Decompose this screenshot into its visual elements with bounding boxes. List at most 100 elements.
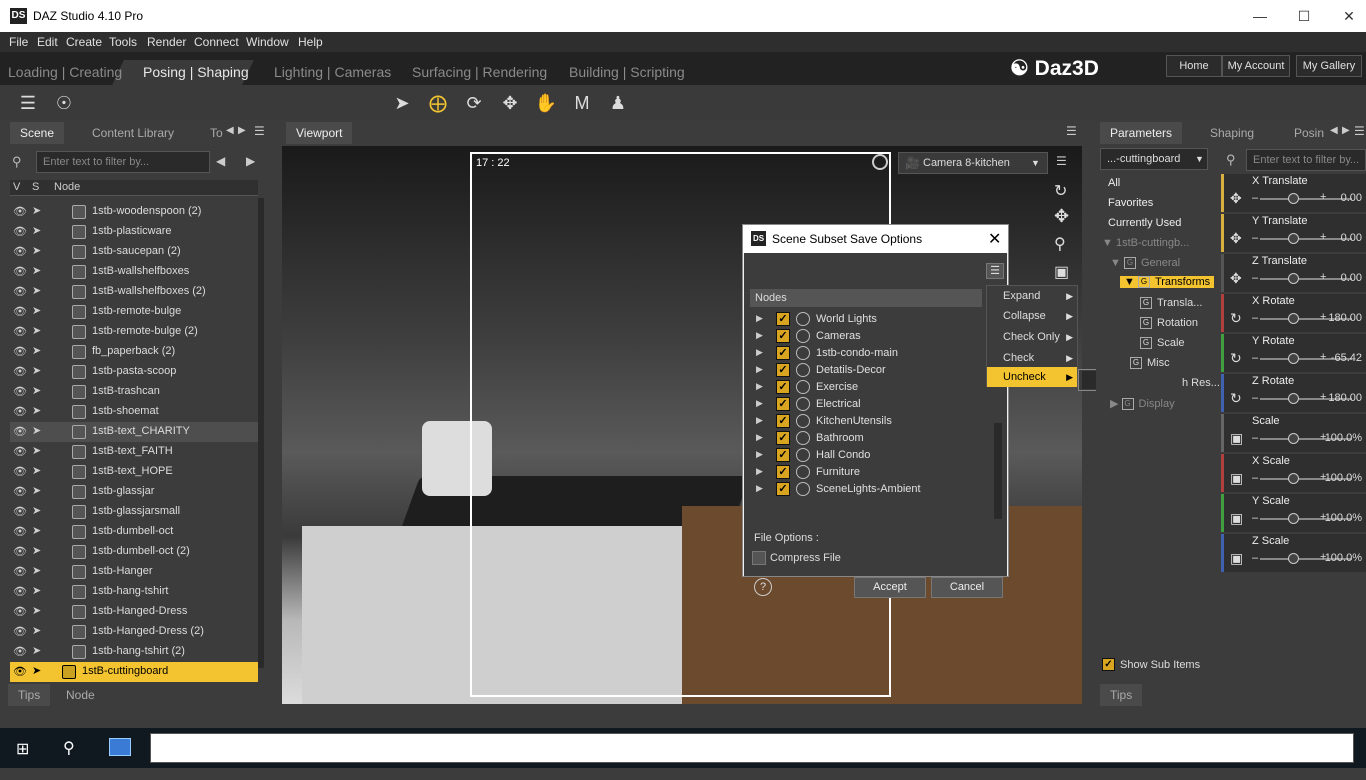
- maximize-icon[interactable]: ☐: [1294, 6, 1314, 26]
- expand-arrow-icon[interactable]: ▶: [756, 364, 763, 375]
- tree-misc[interactable]: G Misc: [1130, 357, 1170, 370]
- room-surfacing[interactable]: Surfacing | Rendering: [412, 64, 547, 80]
- tree-transforms[interactable]: ▼ G Transforms: [1120, 276, 1215, 289]
- col-node[interactable]: Node: [54, 181, 80, 193]
- arrow-left-icon[interactable]: ◀: [216, 154, 225, 168]
- translate-tool-icon[interactable]: ✥: [498, 91, 522, 115]
- select-arrow-icon[interactable]: ➤: [32, 504, 41, 517]
- eye-icon[interactable]: 👁: [13, 285, 27, 298]
- select-arrow-icon[interactable]: ➤: [32, 244, 41, 257]
- tree-rotation[interactable]: G Rotation: [1140, 317, 1198, 330]
- app-taskbar-icon[interactable]: [109, 738, 131, 756]
- scene-filter-input[interactable]: Enter text to filter by...: [36, 151, 210, 173]
- param-value[interactable]: 180.00: [1328, 312, 1362, 324]
- param-value[interactable]: 100.0%: [1325, 432, 1362, 444]
- decrement-icon[interactable]: –: [1252, 312, 1258, 324]
- decrement-icon[interactable]: –: [1252, 512, 1258, 524]
- eye-icon[interactable]: 👁: [13, 505, 27, 518]
- increment-icon[interactable]: +: [1320, 191, 1326, 203]
- tab-shaping[interactable]: Shaping: [1200, 122, 1264, 144]
- scene-node-row[interactable]: 👁 ➤ 1stB-text_HOPE: [10, 462, 258, 482]
- param-slider[interactable]: X Scale ▣ – + 100.0%: [1221, 454, 1366, 492]
- tab-parameters[interactable]: Parameters: [1100, 122, 1183, 144]
- param-slider[interactable]: X Translate ✥ – + 0.00: [1221, 174, 1366, 212]
- record-icon[interactable]: [872, 154, 888, 170]
- decrement-icon[interactable]: –: [1252, 192, 1258, 204]
- slider-knob[interactable]: [1288, 273, 1299, 284]
- eye-icon[interactable]: 👁: [13, 625, 27, 638]
- eye-icon[interactable]: 👁: [13, 425, 27, 438]
- select-arrow-icon[interactable]: ➤: [32, 224, 41, 237]
- dialog-node-row[interactable]: ▶ ✓ Electrical: [750, 396, 990, 413]
- tree-general[interactable]: ▼ G General: [1110, 257, 1180, 270]
- increment-icon[interactable]: +: [1320, 391, 1326, 403]
- eye-icon[interactable]: 👁: [13, 385, 27, 398]
- scene-node-row[interactable]: 👁 ➤ 1stb-hang-tshirt (2): [10, 642, 258, 662]
- scene-node-row-selected[interactable]: 👁 ➤ 1stB-cuttingboard: [10, 662, 258, 682]
- eye-icon[interactable]: 👁: [13, 485, 27, 498]
- param-slider[interactable]: Y Scale ▣ – + 100.0%: [1221, 494, 1366, 532]
- category-currently-used[interactable]: Currently Used: [1100, 213, 1212, 233]
- menu-item-collapse[interactable]: Collapse ▶: [987, 306, 1077, 326]
- decrement-icon[interactable]: –: [1252, 352, 1258, 364]
- node-checkbox[interactable]: ✓: [776, 397, 790, 411]
- nodes-options-icon[interactable]: ☰: [986, 263, 1004, 279]
- windows-start-icon[interactable]: ⊞: [16, 739, 29, 759]
- scene-node-row[interactable]: 👁 ➤ 1stb-pasta-scoop: [10, 362, 258, 382]
- menu-lines-icon[interactable]: ☰: [16, 91, 40, 115]
- select-arrow-icon[interactable]: ➤: [32, 424, 41, 437]
- expand-arrow-icon[interactable]: ▶: [756, 330, 763, 341]
- select-arrow-icon[interactable]: ➤: [32, 464, 41, 477]
- scene-node-row[interactable]: 👁 ➤ 1stb-woodenspoon (2): [10, 202, 258, 222]
- dialog-node-row[interactable]: ▶ ✓ Exercise: [750, 379, 990, 396]
- select-arrow-icon[interactable]: ➤: [32, 304, 41, 317]
- expand-arrow-icon[interactable]: ▶: [756, 398, 763, 409]
- scene-node-row[interactable]: 👁 ➤ 1stb-glassjar: [10, 482, 258, 502]
- my-account-button[interactable]: My Account: [1222, 55, 1290, 77]
- slider-track[interactable]: [1260, 238, 1352, 240]
- slider-knob[interactable]: [1288, 393, 1299, 404]
- eye-icon[interactable]: 👁: [13, 245, 27, 258]
- tab-scene[interactable]: Scene: [10, 122, 65, 144]
- decrement-icon[interactable]: –: [1252, 472, 1258, 484]
- tab-node[interactable]: Node: [56, 684, 105, 706]
- eye-icon[interactable]: 👁: [13, 665, 27, 678]
- scene-node-row[interactable]: 👁 ➤ 1stb-Hanged-Dress (2): [10, 622, 258, 642]
- scene-node-row[interactable]: 👁 ➤ 1stb-remote-bulge (2): [10, 322, 258, 342]
- scene-node-row[interactable]: 👁 ➤ 1stb-shoemat: [10, 402, 258, 422]
- select-arrow-icon[interactable]: ➤: [32, 384, 41, 397]
- daz-connect-icon[interactable]: ☉: [52, 91, 76, 115]
- category-all[interactable]: All: [1100, 173, 1212, 193]
- menu-edit[interactable]: Edit: [37, 35, 58, 49]
- param-value[interactable]: 100.0%: [1325, 472, 1362, 484]
- scene-node-row[interactable]: 👁 ➤ fb_paperback (2): [10, 342, 258, 362]
- decrement-icon[interactable]: –: [1252, 392, 1258, 404]
- eye-icon[interactable]: 👁: [13, 345, 27, 358]
- tree-translate[interactable]: G Transla...: [1140, 297, 1202, 310]
- scene-node-row[interactable]: 👁 ➤ 1stB-wallshelfboxes: [10, 262, 258, 282]
- compress-checkbox[interactable]: [752, 551, 766, 565]
- panel-menu-icon[interactable]: ☰: [1354, 124, 1365, 138]
- eye-icon[interactable]: 👁: [13, 465, 27, 478]
- eye-icon[interactable]: 👁: [13, 305, 27, 318]
- increment-icon[interactable]: +: [1320, 271, 1326, 283]
- select-arrow-icon[interactable]: ➤: [32, 584, 41, 597]
- node-checkbox[interactable]: ✓: [776, 312, 790, 326]
- select-arrow-icon[interactable]: ➤: [32, 324, 41, 337]
- param-slider[interactable]: Y Translate ✥ – + 0.00: [1221, 214, 1366, 252]
- tab-tips-right[interactable]: Tips: [1100, 684, 1143, 706]
- slider-knob[interactable]: [1288, 313, 1299, 324]
- dialog-node-row[interactable]: ▶ ✓ 1stb-condo-main: [750, 345, 990, 362]
- expand-arrow-icon[interactable]: ▶: [756, 466, 763, 477]
- params-filter-input[interactable]: Enter text to filter by...: [1246, 149, 1366, 171]
- menu-window[interactable]: Window: [246, 35, 289, 49]
- col-select[interactable]: S: [32, 181, 39, 193]
- scene-node-row[interactable]: 👁 ➤ 1stb-Hanger: [10, 562, 258, 582]
- param-value[interactable]: 100.0%: [1325, 552, 1362, 564]
- scene-node-row[interactable]: 👁 ➤ 1stb-saucepan (2): [10, 242, 258, 262]
- select-arrow-icon[interactable]: ➤: [32, 364, 41, 377]
- room-posing[interactable]: Posing | Shaping: [143, 64, 249, 80]
- search-icon[interactable]: ⚲: [63, 738, 75, 758]
- slider-knob[interactable]: [1288, 513, 1299, 524]
- expand-arrow-icon[interactable]: ▶: [756, 432, 763, 443]
